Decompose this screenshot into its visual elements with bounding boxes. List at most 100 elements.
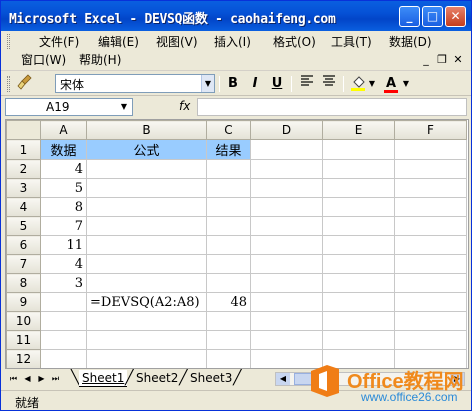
cell[interactable] <box>394 197 467 217</box>
cell[interactable] <box>322 235 395 255</box>
cell[interactable]: 4 <box>40 254 87 274</box>
row-header[interactable]: 8 <box>6 273 41 293</box>
cell[interactable] <box>86 159 207 179</box>
cell[interactable] <box>86 178 207 198</box>
menu-tools[interactable]: 工具(T) <box>331 33 372 51</box>
cell[interactable] <box>322 254 395 274</box>
fx-icon[interactable]: fx <box>179 99 190 113</box>
cell[interactable] <box>40 349 87 368</box>
name-box[interactable]: A19 ▼ <box>5 98 133 116</box>
cell[interactable] <box>206 349 251 368</box>
cell[interactable] <box>86 330 207 350</box>
broom-icon[interactable] <box>15 74 35 94</box>
cell[interactable]: 4 <box>40 159 87 179</box>
cell[interactable] <box>394 178 467 198</box>
cell[interactable] <box>322 311 395 331</box>
menu-file[interactable]: 文件(F) <box>39 33 79 51</box>
minimize-button[interactable]: _ <box>399 6 420 27</box>
cell[interactable] <box>250 159 323 179</box>
cell[interactable] <box>394 159 467 179</box>
cell[interactable] <box>322 139 395 160</box>
cell[interactable] <box>322 197 395 217</box>
cell[interactable] <box>250 273 323 293</box>
column-header[interactable]: C <box>206 120 251 140</box>
cell[interactable]: 11 <box>40 235 87 255</box>
close-button[interactable]: ✕ <box>445 6 466 27</box>
cell[interactable] <box>394 235 467 255</box>
row-header[interactable]: 4 <box>6 197 41 217</box>
first-sheet-icon[interactable]: ⏮ <box>9 373 18 385</box>
cell[interactable] <box>394 139 467 160</box>
chevron-down-icon[interactable]: ▼ <box>118 99 130 115</box>
cell[interactable] <box>322 178 395 198</box>
cell[interactable] <box>86 197 207 217</box>
row-header[interactable]: 12 <box>6 349 41 368</box>
cell[interactable] <box>394 311 467 331</box>
cell[interactable] <box>250 216 323 236</box>
column-header[interactable]: B <box>86 120 207 140</box>
cell[interactable] <box>40 311 87 331</box>
cell[interactable] <box>250 311 323 331</box>
cell[interactable] <box>250 139 323 160</box>
cell[interactable] <box>322 273 395 293</box>
cell[interactable] <box>322 292 395 312</box>
row-header[interactable]: 10 <box>6 311 41 331</box>
tab-sheet3[interactable]: Sheet3 <box>187 370 235 387</box>
cell[interactable] <box>250 178 323 198</box>
cell[interactable] <box>250 254 323 274</box>
fill-color-dropdown-icon[interactable]: ▼ <box>367 74 377 94</box>
tab-sheet1[interactable]: Sheet1 <box>79 370 128 387</box>
cell[interactable] <box>86 254 207 274</box>
cell[interactable] <box>206 330 251 350</box>
column-header[interactable]: A <box>40 120 87 140</box>
select-all-corner[interactable] <box>6 120 41 140</box>
cell[interactable] <box>86 216 207 236</box>
underline-button[interactable]: U <box>267 74 287 94</box>
formula-input[interactable] <box>197 98 467 116</box>
cell[interactable] <box>206 273 251 293</box>
font-name-select[interactable]: 宋体 ▼ <box>55 74 215 93</box>
cell[interactable] <box>250 292 323 312</box>
menu-format[interactable]: 格式(O) <box>273 33 316 51</box>
cell[interactable]: =DEVSQ(A2:A8) <box>86 292 207 312</box>
scroll-left-icon[interactable]: ◀ <box>276 373 290 385</box>
bold-button[interactable]: B <box>223 74 243 94</box>
cell[interactable] <box>206 216 251 236</box>
cell[interactable]: 公式 <box>86 139 207 160</box>
row-header[interactable]: 5 <box>6 216 41 236</box>
row-header[interactable]: 2 <box>6 159 41 179</box>
fill-color-icon[interactable] <box>349 74 369 94</box>
cell[interactable]: 48 <box>206 292 251 312</box>
cell[interactable] <box>206 178 251 198</box>
cell[interactable] <box>322 159 395 179</box>
cell[interactable] <box>40 292 87 312</box>
menu-window[interactable]: 窗口(W) <box>21 51 66 69</box>
cell[interactable] <box>394 273 467 293</box>
doc-restore-button[interactable]: ❐ <box>435 53 449 67</box>
cell[interactable]: 结果 <box>206 139 251 160</box>
menu-data[interactable]: 数据(D) <box>389 33 432 51</box>
menu-insert[interactable]: 插入(I) <box>214 33 251 51</box>
cell[interactable] <box>250 235 323 255</box>
title-bar[interactable]: Microsoft Excel - DEVSQ函数 - caohaifeng.c… <box>1 1 471 31</box>
cell[interactable]: 7 <box>40 216 87 236</box>
row-header[interactable]: 11 <box>6 330 41 350</box>
cell[interactable]: 8 <box>40 197 87 217</box>
column-header[interactable]: F <box>394 120 467 140</box>
column-header[interactable]: E <box>322 120 395 140</box>
worksheet-grid[interactable]: A B C D E F 1 数据 公式 结果 2 4 3 5 4 8 5 7 6 11 7 4 8 3 9 =DEVS… <box>5 119 469 369</box>
cell[interactable] <box>86 273 207 293</box>
prev-sheet-icon[interactable]: ◀ <box>23 373 32 385</box>
maximize-button[interactable]: □ <box>422 6 443 27</box>
cell[interactable]: 数据 <box>40 139 87 160</box>
cell[interactable] <box>86 349 207 368</box>
row-header[interactable]: 7 <box>6 254 41 274</box>
align-center-icon[interactable] <box>319 74 339 94</box>
cell[interactable] <box>206 197 251 217</box>
last-sheet-icon[interactable]: ⏭ <box>51 373 60 385</box>
doc-close-button[interactable]: ✕ <box>451 53 465 67</box>
align-left-icon[interactable] <box>297 74 317 94</box>
cell[interactable]: 5 <box>40 178 87 198</box>
cell[interactable] <box>40 330 87 350</box>
row-header[interactable]: 9 <box>6 292 41 312</box>
